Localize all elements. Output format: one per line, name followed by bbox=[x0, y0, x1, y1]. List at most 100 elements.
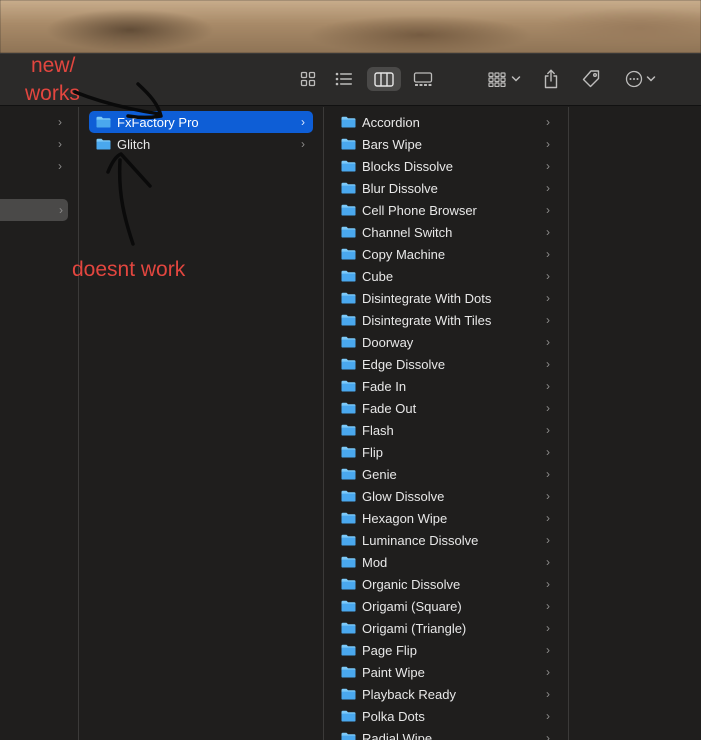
chevron-right-icon: › bbox=[546, 291, 550, 305]
chevron-right-icon: › bbox=[546, 599, 550, 613]
folder-icon bbox=[341, 204, 356, 216]
chevron-right-icon: › bbox=[546, 731, 550, 740]
list-item-label: Blocks Dissolve bbox=[362, 158, 454, 174]
list-item[interactable]: Page Flip › bbox=[334, 639, 558, 661]
folder-icon bbox=[341, 490, 356, 502]
list-item-label: Cube bbox=[362, 268, 394, 284]
folder-icon bbox=[341, 534, 356, 546]
list-item-fxfactory-pro[interactable]: FxFactory Pro › bbox=[89, 111, 313, 133]
list-item[interactable]: Accordion › bbox=[334, 111, 558, 133]
list-item[interactable]: Origami (Triangle) › bbox=[334, 617, 558, 639]
list-item-label: Copy Machine bbox=[362, 246, 446, 262]
list-item[interactable]: Fade Out › bbox=[334, 397, 558, 419]
chevron-right-icon: › bbox=[546, 115, 550, 129]
list-item[interactable]: › bbox=[0, 133, 70, 155]
folder-icon bbox=[341, 424, 356, 436]
icon-view-button[interactable] bbox=[296, 67, 320, 91]
list-item[interactable]: Hexagon Wipe › bbox=[334, 507, 558, 529]
gallery-view-button[interactable] bbox=[408, 67, 438, 91]
chevron-right-icon: › bbox=[301, 137, 305, 151]
list-item-label: Mod bbox=[362, 554, 388, 570]
list-item[interactable]: › bbox=[0, 111, 70, 133]
share-button[interactable] bbox=[539, 67, 563, 91]
list-icon bbox=[335, 72, 352, 86]
chevron-right-icon: › bbox=[59, 203, 63, 217]
list-item[interactable]: Disintegrate With Dots › bbox=[334, 287, 558, 309]
list-item-label: Channel Switch bbox=[362, 224, 453, 240]
chevron-right-icon: › bbox=[546, 555, 550, 569]
column-view-button[interactable] bbox=[367, 67, 401, 91]
chevron-right-icon: › bbox=[546, 423, 550, 437]
list-item[interactable]: Blocks Dissolve › bbox=[334, 155, 558, 177]
finder-window: › › › › FxFactory Pro › Glitch › Accordi… bbox=[0, 53, 701, 740]
list-item[interactable]: Fade In › bbox=[334, 375, 558, 397]
chevron-right-icon: › bbox=[546, 511, 550, 525]
list-item-label: Glitch bbox=[117, 136, 151, 152]
list-item-label: Disintegrate With Tiles bbox=[362, 312, 492, 328]
list-item[interactable]: Radial Wipe › bbox=[334, 727, 558, 740]
list-item-label: Flip bbox=[362, 444, 383, 460]
list-item[interactable]: Copy Machine › bbox=[334, 243, 558, 265]
column-2[interactable]: FxFactory Pro › Glitch › bbox=[79, 107, 324, 740]
list-item[interactable]: Organic Dissolve › bbox=[334, 573, 558, 595]
list-item[interactable]: Cube › bbox=[334, 265, 558, 287]
column-4[interactable] bbox=[569, 107, 701, 740]
folder-icon bbox=[341, 138, 356, 150]
list-item[interactable]: Channel Switch › bbox=[334, 221, 558, 243]
folder-icon bbox=[341, 512, 356, 524]
list-item[interactable]: Luminance Dissolve › bbox=[334, 529, 558, 551]
list-item[interactable]: Flip › bbox=[334, 441, 558, 463]
folder-icon bbox=[341, 644, 356, 656]
annotation-works: works bbox=[25, 82, 80, 105]
list-item-label: Cell Phone Browser bbox=[362, 202, 477, 218]
list-item[interactable]: Genie › bbox=[334, 463, 558, 485]
list-item[interactable]: Doorway › bbox=[334, 331, 558, 353]
chevron-right-icon: › bbox=[546, 181, 550, 195]
chevron-right-icon: › bbox=[546, 467, 550, 481]
chevron-right-icon: › bbox=[546, 137, 550, 151]
chevron-right-icon: › bbox=[301, 115, 305, 129]
more-actions-button[interactable] bbox=[620, 67, 660, 91]
folder-icon bbox=[341, 688, 356, 700]
list-item[interactable]: Bars Wipe › bbox=[334, 133, 558, 155]
column-3[interactable]: Accordion › Bars Wipe › Blocks Dissolve › Blur… bbox=[324, 107, 569, 740]
folder-icon bbox=[341, 556, 356, 568]
list-item[interactable]: Disintegrate With Tiles › bbox=[334, 309, 558, 331]
list-item[interactable]: Blur Dissolve › bbox=[334, 177, 558, 199]
chevron-right-icon: › bbox=[546, 401, 550, 415]
list-item-label: Origami (Square) bbox=[362, 598, 462, 614]
list-item-label: Fade In bbox=[362, 378, 407, 394]
folder-icon bbox=[341, 732, 356, 740]
list-item[interactable]: Polka Dots › bbox=[334, 705, 558, 727]
ellipsis-circle-icon bbox=[625, 70, 642, 88]
group-by-button[interactable] bbox=[483, 67, 525, 91]
chevron-right-icon: › bbox=[546, 533, 550, 547]
list-item[interactable]: Flash › bbox=[334, 419, 558, 441]
list-item[interactable]: Mod › bbox=[334, 551, 558, 573]
column-1[interactable]: › › › › bbox=[0, 107, 79, 740]
list-item[interactable]: Playback Ready › bbox=[334, 683, 558, 705]
chevron-down-icon bbox=[646, 76, 655, 82]
tags-button[interactable] bbox=[578, 67, 604, 91]
list-view-button[interactable] bbox=[332, 67, 356, 91]
list-item[interactable]: Cell Phone Browser › bbox=[334, 199, 558, 221]
list-item-label: Edge Dissolve bbox=[362, 356, 446, 372]
folder-icon bbox=[341, 226, 356, 238]
list-item[interactable]: Origami (Square) › bbox=[334, 595, 558, 617]
list-item-label: Radial Wipe bbox=[362, 730, 433, 740]
list-item[interactable]: › bbox=[0, 155, 70, 177]
chevron-down-icon bbox=[511, 76, 520, 82]
folder-icon bbox=[96, 116, 111, 128]
folder-icon bbox=[341, 380, 356, 392]
chevron-right-icon: › bbox=[546, 709, 550, 723]
folder-icon bbox=[96, 138, 111, 150]
list-item-selected[interactable]: › bbox=[0, 199, 68, 221]
folder-icon bbox=[341, 578, 356, 590]
list-item-glitch[interactable]: Glitch › bbox=[89, 133, 313, 155]
chevron-right-icon: › bbox=[546, 313, 550, 327]
list-item[interactable]: Paint Wipe › bbox=[334, 661, 558, 683]
chevron-right-icon: › bbox=[58, 137, 62, 151]
list-item[interactable]: Edge Dissolve › bbox=[334, 353, 558, 375]
chevron-right-icon: › bbox=[546, 379, 550, 393]
list-item[interactable]: Glow Dissolve › bbox=[334, 485, 558, 507]
